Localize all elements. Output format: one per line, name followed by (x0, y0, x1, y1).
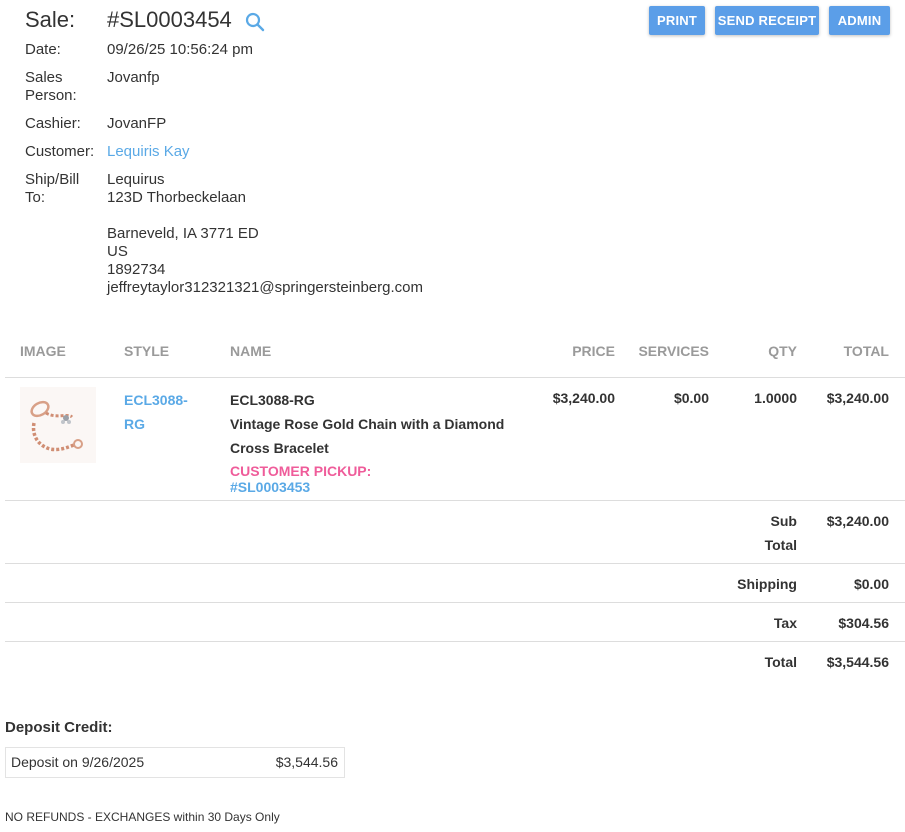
ship-bill-label-line2: To: (25, 189, 46, 206)
deposit-label: Deposit on 9/26/2025 (11, 754, 145, 770)
subtotal-divider (5, 563, 905, 564)
grand-total-label: Total (764, 654, 797, 670)
search-icon[interactable] (245, 12, 265, 32)
subtotal-label-line2: Total (764, 537, 797, 553)
item-price: $3,240.00 (552, 390, 615, 406)
column-header-qty: QTY (768, 343, 797, 359)
column-header-image: IMAGE (20, 343, 66, 359)
item-total: $3,240.00 (826, 390, 889, 406)
address-line1: 123D Thorbeckelaan (107, 189, 246, 206)
sale-number: #SL0003454 (107, 7, 232, 32)
column-header-style: STYLE (124, 343, 170, 359)
column-header-name: NAME (230, 343, 272, 359)
ship-bill-label: Ship/Bill To: (25, 171, 103, 207)
cashier-label: Cashier: (25, 115, 81, 132)
customer-link[interactable]: Lequiris Kay (107, 143, 190, 161)
customer-pickup-sale-link[interactable]: #SL0003453 (230, 479, 310, 495)
address-city: Barneveld, IA 3771 ED (107, 225, 259, 242)
item-name: ECL3088-RG Vintage Rose Gold Chain with … (230, 388, 520, 460)
date-value: 09/26/25 10:56:24 pm (107, 41, 253, 58)
shipping-divider (5, 602, 905, 603)
refund-policy-text: NO REFUNDS - EXCHANGES within 30 Days On… (5, 810, 280, 824)
item-style-link[interactable]: ECL3088- RG (124, 388, 194, 436)
item-description-line2: Cross Bracelet (230, 440, 329, 456)
deposit-amount: $3,544.56 (275, 754, 338, 770)
tax-value: $304.56 (838, 615, 889, 631)
product-image[interactable] (20, 387, 96, 463)
grand-total-value: $3,544.56 (826, 654, 889, 670)
customer-pickup-label: CUSTOMER PICKUP: (230, 463, 372, 479)
column-header-total: TOTAL (843, 343, 889, 359)
sale-title-label: Sale: (25, 7, 76, 32)
subtotal-label: Sub Total (697, 509, 797, 557)
print-button[interactable]: PRINT (649, 6, 705, 35)
tax-label: Tax (773, 615, 797, 631)
send-receipt-button[interactable]: SEND RECEIPT (715, 6, 819, 35)
sales-person-label-line1: Sales (25, 69, 63, 86)
sales-person-value: Jovanfp (107, 69, 160, 86)
item-services: $0.00 (673, 390, 709, 406)
item-row-divider (5, 500, 905, 501)
shipping-value: $0.00 (853, 576, 889, 592)
address-email: jeffreytaylor312321321@springersteinberg… (107, 279, 423, 296)
subtotal-value: $3,240.00 (826, 513, 889, 529)
date-label: Date: (25, 41, 61, 58)
item-style-line1: ECL3088- (124, 392, 188, 408)
ship-bill-label-line1: Ship/Bill (25, 171, 80, 188)
column-header-services: SERVICES (638, 343, 709, 359)
item-description-line1: Vintage Rose Gold Chain with a Diamond (230, 416, 505, 432)
address-country: US (107, 243, 128, 260)
address-phone: 1892734 (107, 261, 166, 278)
tax-divider (5, 641, 905, 642)
ship-bill-address: Lequirus 123D Thorbeckelaan Barneveld, I… (107, 171, 423, 297)
customer-label: Customer: (25, 143, 95, 160)
item-code: ECL3088-RG (230, 392, 315, 408)
sales-person-label: Sales Person: (25, 69, 103, 105)
item-qty: 1.0000 (754, 390, 797, 406)
address-name: Lequirus (107, 171, 165, 188)
deposit-credit-title: Deposit Credit: (5, 719, 113, 736)
subtotal-label-line1: Sub (770, 513, 797, 529)
sales-person-label-line2: Person: (25, 87, 77, 104)
column-header-price: PRICE (572, 343, 615, 359)
table-header-divider (5, 377, 905, 378)
shipping-label: Shipping (737, 576, 797, 592)
item-style-line2: RG (124, 416, 145, 432)
cashier-value: JovanFP (107, 115, 167, 132)
admin-button[interactable]: ADMIN (829, 6, 890, 35)
